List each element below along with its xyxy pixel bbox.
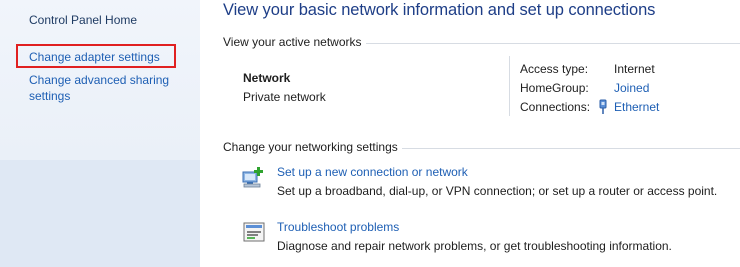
change-adapter-settings-link[interactable]: Change adapter settings [29, 49, 160, 65]
set-up-new-connection-link[interactable]: Set up a new connection or network [277, 165, 468, 179]
homegroup-link[interactable]: Joined [614, 81, 649, 95]
ethernet-icon [599, 99, 607, 114]
vertical-divider [509, 56, 510, 116]
change-advanced-sharing-settings-link[interactable]: Change advanced sharing settings [29, 72, 169, 104]
network-category: Private network [243, 90, 326, 104]
troubleshoot-problems-link[interactable]: Troubleshoot problems [277, 220, 399, 234]
ethernet-connection-link[interactable]: Ethernet [614, 100, 659, 114]
section-divider [366, 43, 740, 44]
troubleshoot-problems-description: Diagnose and repair network problems, or… [277, 239, 672, 253]
link-line-1: Change advanced sharing [29, 73, 170, 87]
section-divider [402, 148, 740, 149]
homegroup-label: HomeGroup: [520, 81, 589, 95]
set-up-new-connection-description: Set up a broadband, dial-up, or VPN conn… [277, 184, 718, 198]
page-title: View your basic network information and … [223, 1, 656, 19]
control-panel-home-link[interactable]: Control Panel Home [29, 12, 137, 28]
connections-label: Connections: [520, 100, 591, 114]
troubleshoot-icon [243, 222, 265, 242]
change-networking-settings-heading: Change your networking settings [223, 140, 398, 154]
access-type-value: Internet [614, 62, 655, 76]
left-navigation-pane: Control Panel Home Change adapter settin… [0, 0, 200, 267]
active-networks-heading: View your active networks [223, 35, 362, 49]
access-type-label: Access type: [520, 62, 589, 76]
link-line-2: settings [29, 89, 71, 103]
new-connection-icon [242, 167, 263, 188]
network-name: Network [243, 71, 291, 85]
